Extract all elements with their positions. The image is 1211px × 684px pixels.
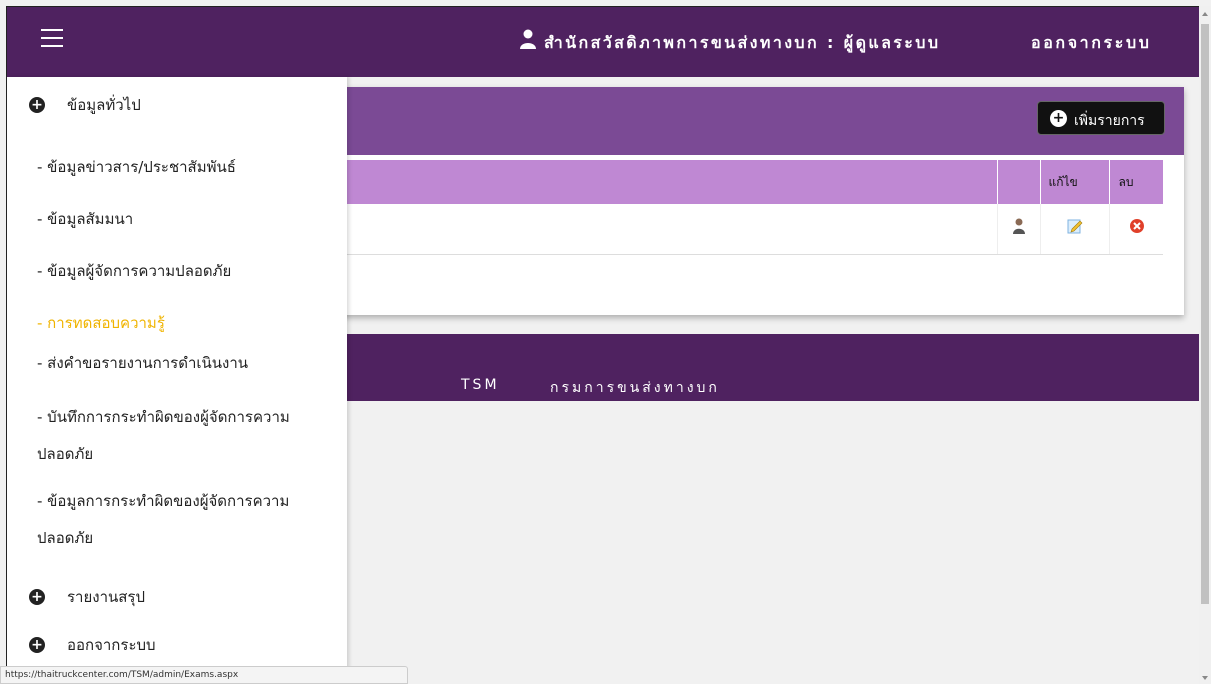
footer-tsm: TSM — [461, 377, 500, 393]
sidebar-item-label: ข้อมูลทั่วไป — [67, 96, 141, 114]
add-item-label: เพิ่มรายการ — [1074, 113, 1145, 129]
status-bar-url: https://thaitruckcenter.com/TSM/admin/Ex… — [0, 666, 408, 684]
plus-circle-icon: + — [29, 97, 45, 113]
hamburger-icon[interactable] — [41, 29, 63, 49]
scrollbar-thumb[interactable] — [1201, 24, 1209, 604]
sidebar-menu: + ข้อมูลทั่วไป - ข้อมูลข่าวสาร/ประชาสัมพ… — [7, 77, 347, 684]
scroll-down-arrow-icon[interactable] — [1202, 676, 1208, 680]
table-cell-edit[interactable] — [1039, 204, 1110, 255]
scroll-up-arrow-icon[interactable] — [1202, 12, 1208, 16]
column-header-user — [996, 160, 1041, 204]
panel-header: + เพิ่มรายการ — [327, 87, 1184, 155]
table-header-row: แก้ไข ลบ — [327, 160, 1163, 204]
app-title: สำนักสวัสดิภาพการขนส่งทางบก : ผู้ดูแลระบ… — [544, 33, 941, 52]
column-header-delete: ลบ — [1109, 160, 1163, 204]
page-frame: สำนักสวัสดิภาพการขนส่งทางบก : ผู้ดูแลระบ… — [6, 6, 1199, 684]
logout-link[interactable]: ออกจากระบบ — [1031, 31, 1151, 56]
sidebar-item-label: ออกจากระบบ — [67, 636, 156, 654]
footer-bar: TSM กรมการขนส่งทางบก — [327, 334, 1199, 401]
sidebar-item-news[interactable]: - ข้อมูลข่าวสาร/ประชาสัมพันธ์ — [37, 149, 327, 186]
sidebar-item-label: รายงานสรุป — [67, 588, 146, 606]
plus-circle-icon: + — [29, 637, 45, 653]
top-navbar: สำนักสวัสดิภาพการขนส่งทางบก : ผู้ดูแลระบ… — [7, 7, 1199, 77]
sidebar-item-record-violation[interactable]: - บันทึกการกระทำผิดของผู้จัดการความปลอดภ… — [37, 399, 327, 473]
sidebar-item-general-info[interactable]: + ข้อมูลทั่วไป — [29, 93, 141, 117]
table-cell-delete[interactable] — [1109, 204, 1163, 255]
data-table: แก้ไข ลบ — [327, 160, 1163, 255]
sidebar-item-safety-manager[interactable]: - ข้อมูลผู้จัดการความปลอดภัย — [37, 253, 327, 290]
user-icon[interactable] — [1012, 218, 1026, 234]
delete-icon[interactable] — [1129, 218, 1145, 234]
edit-icon[interactable] — [1067, 218, 1083, 234]
table-cell-user[interactable] — [996, 204, 1041, 255]
main-panel: + เพิ่มรายการ แก้ไข ลบ — [327, 87, 1184, 315]
table-cell-main — [327, 204, 998, 255]
sidebar-item-violation-info[interactable]: - ข้อมูลการกระทำผิดของผู้จัดการความปลอดภ… — [37, 483, 327, 557]
table-row — [327, 204, 1163, 255]
add-item-button[interactable]: + เพิ่มรายการ — [1037, 101, 1165, 135]
vertical-scrollbar[interactable] — [1199, 6, 1211, 684]
user-icon — [520, 29, 536, 49]
sidebar-item-seminar[interactable]: - ข้อมูลสัมมนา — [37, 201, 327, 238]
column-header-main — [327, 160, 998, 204]
sidebar-item-summary-report[interactable]: + รายงานสรุป — [29, 585, 145, 609]
sidebar-item-report-request[interactable]: - ส่งคำขอรายงานการดำเนินงาน — [37, 345, 327, 382]
plus-circle-icon: + — [1050, 110, 1067, 127]
column-header-edit: แก้ไข — [1039, 160, 1110, 204]
plus-circle-icon: + — [29, 589, 45, 605]
footer-department: กรมการขนส่งทางบก — [550, 380, 720, 396]
sidebar-item-knowledge-test[interactable]: - การทดสอบความรู้ — [37, 305, 327, 342]
sidebar-item-logout[interactable]: + ออกจากระบบ — [29, 633, 156, 657]
